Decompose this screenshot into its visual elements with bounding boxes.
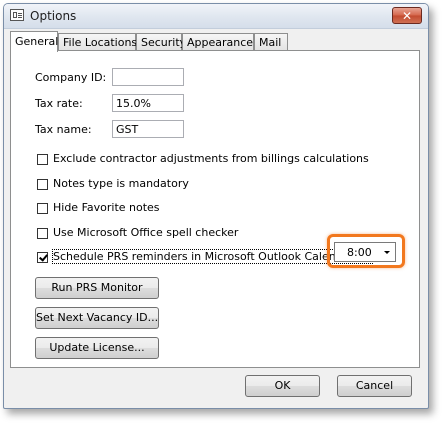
notes-mandatory-checkbox[interactable] — [37, 179, 48, 190]
spell-checker-label[interactable]: Use Microsoft Office spell checker — [53, 226, 238, 239]
reminder-time-select[interactable]: 8:00 — [334, 242, 396, 262]
hide-favorite-notes-checkbox[interactable] — [37, 203, 48, 214]
tab-mail[interactable]: Mail — [254, 33, 288, 50]
ok-button[interactable]: OK — [245, 375, 320, 397]
tab-general[interactable]: General — [10, 31, 58, 52]
notes-mandatory-label[interactable]: Notes type is mandatory — [53, 177, 189, 190]
tab-file-locations[interactable]: File Locations — [58, 33, 137, 50]
tax-name-field[interactable]: GST — [112, 120, 184, 138]
spell-checker-checkbox[interactable] — [37, 228, 48, 239]
close-icon: ✕ — [401, 9, 413, 23]
exclude-contractor-label[interactable]: Exclude contractor adjustments from bill… — [53, 152, 369, 165]
tax-rate-field[interactable]: 15.0% — [112, 94, 184, 112]
chevron-down-icon[interactable] — [384, 251, 390, 254]
schedule-prs-checkbox[interactable] — [37, 252, 48, 263]
company-id-field[interactable] — [112, 68, 184, 86]
schedule-prs-label[interactable]: Schedule PRS reminders in Microsoft Outl… — [51, 249, 374, 264]
options-window-icon — [10, 9, 24, 21]
run-prs-monitor-button[interactable]: Run PRS Monitor — [35, 277, 159, 299]
hide-favorite-notes-label[interactable]: Hide Favorite notes — [53, 201, 160, 214]
options-dialog: Options ✕ General File Locations Securit… — [3, 3, 429, 409]
cancel-button[interactable]: Cancel — [337, 375, 412, 397]
title-bar[interactable]: Options ✕ — [4, 4, 428, 29]
close-button[interactable]: ✕ — [392, 7, 422, 24]
tax-rate-label: Tax rate: — [35, 97, 83, 110]
window-title: Options — [30, 9, 77, 23]
company-id-label: Company ID: — [35, 71, 107, 84]
exclude-contractor-checkbox[interactable] — [37, 154, 48, 165]
update-license-button[interactable]: Update License... — [35, 337, 159, 359]
set-next-vacancy-id-button[interactable]: Set Next Vacancy ID... — [35, 307, 159, 329]
general-tab-panel: Company ID: Tax rate: 15.0% Tax name: GS… — [10, 50, 420, 368]
reminder-time-value: 8:00 — [347, 246, 372, 259]
tax-name-label: Tax name: — [35, 123, 92, 136]
tab-security[interactable]: Security — [136, 33, 186, 50]
tab-appearance[interactable]: Appearance — [182, 33, 254, 50]
